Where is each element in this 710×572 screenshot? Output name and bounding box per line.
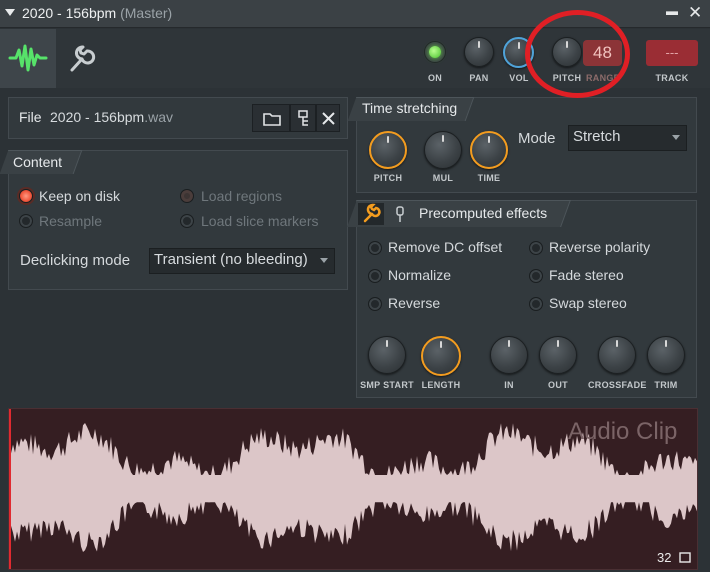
smp-start-knob[interactable] xyxy=(368,336,406,374)
stretch-mode-select[interactable]: Stretch xyxy=(568,125,687,151)
window-menu-arrow-icon[interactable] xyxy=(5,9,15,16)
file-name-base: 2020 - 156bpm xyxy=(50,109,145,125)
remove-dc-offset-label[interactable]: Remove DC offset xyxy=(388,239,502,255)
reverse-polarity-label[interactable]: Reverse polarity xyxy=(549,239,650,255)
tab-sample-settings[interactable] xyxy=(0,29,56,88)
content-title: Content xyxy=(13,154,63,170)
tab-wrench[interactable] xyxy=(58,39,98,79)
close-icon[interactable]: ✕ xyxy=(688,3,702,23)
smp-start-label: SMP START xyxy=(360,380,414,390)
window-title-channel: (Master) xyxy=(120,5,173,21)
load-slice-markers-label[interactable]: Load slice markers xyxy=(201,213,319,229)
minimize-icon[interactable]: ▬ xyxy=(666,4,678,18)
fit-view-icon[interactable] xyxy=(678,551,692,564)
zoom-level: 32 xyxy=(657,550,672,565)
fade-stereo-checkbox[interactable] xyxy=(529,269,543,283)
precomputed-effects-title: Precomputed effects xyxy=(419,205,548,221)
crossfade-label: CROSSFADE xyxy=(588,380,647,390)
mixer-track-selector[interactable]: --- xyxy=(646,40,698,66)
stretch-mul-knob[interactable] xyxy=(424,131,462,169)
fade-in-label: IN xyxy=(504,380,514,390)
swap-stereo-label[interactable]: Swap stereo xyxy=(549,295,627,311)
remove-dc-offset-checkbox[interactable] xyxy=(368,241,382,255)
annotation-circle xyxy=(525,10,630,98)
stretch-mode-label: Mode xyxy=(518,130,556,147)
stretch-time-label: TIME xyxy=(477,173,501,183)
stretch-mode-value: Stretch xyxy=(573,128,621,145)
fade-in-knob[interactable] xyxy=(490,336,528,374)
close-icon xyxy=(322,112,335,125)
load-regions-label[interactable]: Load regions xyxy=(201,188,282,204)
channel-on-led[interactable] xyxy=(424,41,446,63)
length-label: LENGTH xyxy=(421,380,461,390)
load-slice-markers-radio[interactable] xyxy=(180,214,194,228)
clear-file-button[interactable] xyxy=(316,104,340,132)
window-title: 2020 - 156bpm (Master) xyxy=(22,5,172,21)
fade-out-label: OUT xyxy=(548,380,568,390)
declicking-mode-value: Transient (no bleeding) xyxy=(154,251,308,268)
crossfade-knob[interactable] xyxy=(598,336,636,374)
window-title-name: 2020 - 156bpm xyxy=(22,5,117,21)
stretch-mul-label: MUL xyxy=(432,173,454,183)
reverse-polarity-checkbox[interactable] xyxy=(529,241,543,255)
normalize-checkbox[interactable] xyxy=(368,269,382,283)
swap-stereo-checkbox[interactable] xyxy=(529,297,543,311)
fade-out-knob[interactable] xyxy=(539,336,577,374)
open-file-button[interactable] xyxy=(252,104,290,132)
keep-on-disk-radio[interactable] xyxy=(19,189,33,203)
audio-clip-watermark: Audio Clip xyxy=(568,418,678,445)
resample-radio[interactable] xyxy=(19,214,33,228)
tree-icon xyxy=(298,110,308,126)
file-extension: .wav xyxy=(144,109,173,125)
reverse-checkbox[interactable] xyxy=(368,297,382,311)
resample-label[interactable]: Resample xyxy=(39,213,102,229)
track-label: TRACK xyxy=(655,73,689,83)
reverse-label[interactable]: Reverse xyxy=(388,295,440,311)
folder-icon xyxy=(263,113,281,126)
declicking-mode-label: Declicking mode xyxy=(20,252,131,269)
file-name: 2020 - 156bpm.wav xyxy=(50,109,173,125)
time-stretching-title: Time stretching xyxy=(362,100,458,116)
wrench-icon xyxy=(70,45,96,72)
wrench-icon xyxy=(363,203,381,223)
on-label: ON xyxy=(427,73,443,83)
length-knob[interactable] xyxy=(421,336,461,376)
keep-on-disk-label[interactable]: Keep on disk xyxy=(39,188,120,204)
trim-label: TRIM xyxy=(654,380,678,390)
waveform-icon xyxy=(8,44,48,72)
stretch-time-knob[interactable] xyxy=(470,131,508,169)
fade-stereo-label[interactable]: Fade stereo xyxy=(549,267,624,283)
chevron-down-icon xyxy=(320,258,328,263)
pan-knob[interactable] xyxy=(464,37,494,67)
browse-file-button[interactable] xyxy=(290,104,316,132)
load-regions-radio[interactable] xyxy=(180,189,194,203)
stretch-pitch-label: PITCH xyxy=(373,173,403,183)
wrench-button[interactable] xyxy=(358,203,384,225)
pin-icon[interactable] xyxy=(391,203,409,225)
chevron-down-icon xyxy=(672,135,680,140)
pan-label: PAN xyxy=(469,73,489,83)
stretch-pitch-knob[interactable] xyxy=(369,131,407,169)
declicking-mode-select[interactable]: Transient (no bleeding) xyxy=(149,248,335,274)
normalize-label[interactable]: Normalize xyxy=(388,267,451,283)
trim-knob[interactable] xyxy=(647,336,685,374)
file-label: File xyxy=(19,109,42,125)
